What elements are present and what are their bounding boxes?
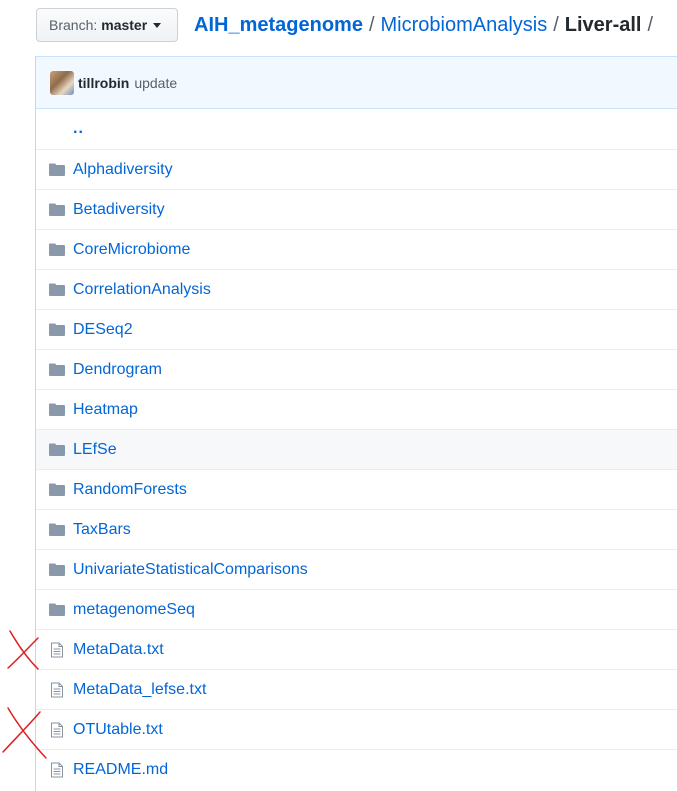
file-link[interactable]: MetaData.txt bbox=[73, 641, 164, 659]
folder-link[interactable]: CoreMicrobiome bbox=[73, 241, 190, 259]
folder-row[interactable]: UnivariateStatisticalComparisons bbox=[36, 549, 677, 589]
folder-row[interactable]: Dendrogram bbox=[36, 349, 677, 389]
file-row[interactable]: MetaData.txt bbox=[36, 629, 677, 669]
folder-icon bbox=[48, 162, 66, 178]
breadcrumb: AIH_metagenome / MicrobiomAnalysis / Liver-a… bbox=[194, 13, 659, 37]
breadcrumb-separator: / bbox=[368, 14, 375, 36]
file-list: .. Alphadiversity Betadiversity CoreMicrob… bbox=[36, 109, 677, 789]
folder-link[interactable]: metagenomeSeq bbox=[73, 601, 195, 619]
breadcrumb-trailing-separator: / bbox=[647, 14, 654, 36]
file-text-icon bbox=[48, 642, 66, 658]
folder-row[interactable]: Betadiversity bbox=[36, 189, 677, 229]
parent-directory-link[interactable]: .. bbox=[73, 120, 84, 138]
folder-row[interactable]: RandomForests bbox=[36, 469, 677, 509]
file-link[interactable]: MetaData_lefse.txt bbox=[73, 681, 206, 699]
x-mark-metadata bbox=[7, 630, 39, 670]
folder-row[interactable]: Alphadiversity bbox=[36, 149, 677, 189]
parent-directory-row[interactable]: .. bbox=[36, 109, 677, 149]
branch-label: Branch: bbox=[49, 17, 98, 33]
avatar[interactable] bbox=[50, 70, 74, 95]
branch-selector-button[interactable]: Branch: master bbox=[36, 8, 178, 42]
folder-row[interactable]: LEfSe bbox=[36, 429, 677, 469]
folder-icon bbox=[48, 322, 66, 338]
file-text-icon bbox=[48, 722, 66, 738]
folder-icon bbox=[48, 562, 66, 578]
latest-commit-bar: tillrobin update bbox=[36, 56, 677, 109]
file-text-icon bbox=[48, 682, 66, 698]
folder-link[interactable]: UnivariateStatisticalComparisons bbox=[73, 561, 308, 579]
folder-icon bbox=[48, 602, 66, 618]
commit-message-link[interactable]: update bbox=[134, 75, 177, 91]
folder-link[interactable]: Heatmap bbox=[73, 401, 138, 419]
folder-link[interactable]: CorrelationAnalysis bbox=[73, 281, 211, 299]
file-row[interactable]: README.md bbox=[36, 749, 677, 789]
breadcrumb-folder-link[interactable]: MicrobiomAnalysis bbox=[381, 14, 548, 36]
file-link[interactable]: OTUtable.txt bbox=[73, 721, 163, 739]
folder-row[interactable]: metagenomeSeq bbox=[36, 589, 677, 629]
breadcrumb-current: Liver-all bbox=[564, 14, 642, 36]
caret-down-icon bbox=[153, 22, 162, 28]
file-text-icon bbox=[48, 762, 66, 778]
folder-row[interactable]: DESeq2 bbox=[36, 309, 677, 349]
folder-row[interactable]: Heatmap bbox=[36, 389, 677, 429]
file-row[interactable]: OTUtable.txt bbox=[36, 709, 677, 749]
folder-icon bbox=[48, 282, 66, 298]
folder-link[interactable]: Alphadiversity bbox=[73, 161, 173, 179]
folder-link[interactable]: DESeq2 bbox=[73, 321, 133, 339]
commit-author-link[interactable]: tillrobin bbox=[78, 75, 129, 91]
breadcrumb-separator: / bbox=[553, 14, 559, 36]
folder-row[interactable]: CoreMicrobiome bbox=[36, 229, 677, 269]
folder-icon bbox=[48, 402, 66, 418]
file-link[interactable]: README.md bbox=[73, 761, 168, 779]
folder-icon bbox=[48, 202, 66, 218]
breadcrumb-repo-link[interactable]: AIH_metagenome bbox=[194, 14, 363, 36]
folder-link[interactable]: Betadiversity bbox=[73, 201, 165, 219]
folder-link[interactable]: Dendrogram bbox=[73, 361, 162, 379]
folder-row[interactable]: CorrelationAnalysis bbox=[36, 269, 677, 309]
folder-icon bbox=[48, 242, 66, 258]
folder-link[interactable]: TaxBars bbox=[73, 521, 131, 539]
folder-link[interactable]: LEfSe bbox=[73, 441, 117, 459]
folder-icon bbox=[48, 442, 66, 458]
file-row[interactable]: MetaData_lefse.txt bbox=[36, 669, 677, 709]
folder-icon bbox=[48, 482, 66, 498]
folder-icon bbox=[48, 362, 66, 378]
folder-icon bbox=[48, 522, 66, 538]
folder-link[interactable]: RandomForests bbox=[73, 481, 187, 499]
folder-row[interactable]: TaxBars bbox=[36, 509, 677, 549]
branch-value: master bbox=[101, 17, 148, 33]
